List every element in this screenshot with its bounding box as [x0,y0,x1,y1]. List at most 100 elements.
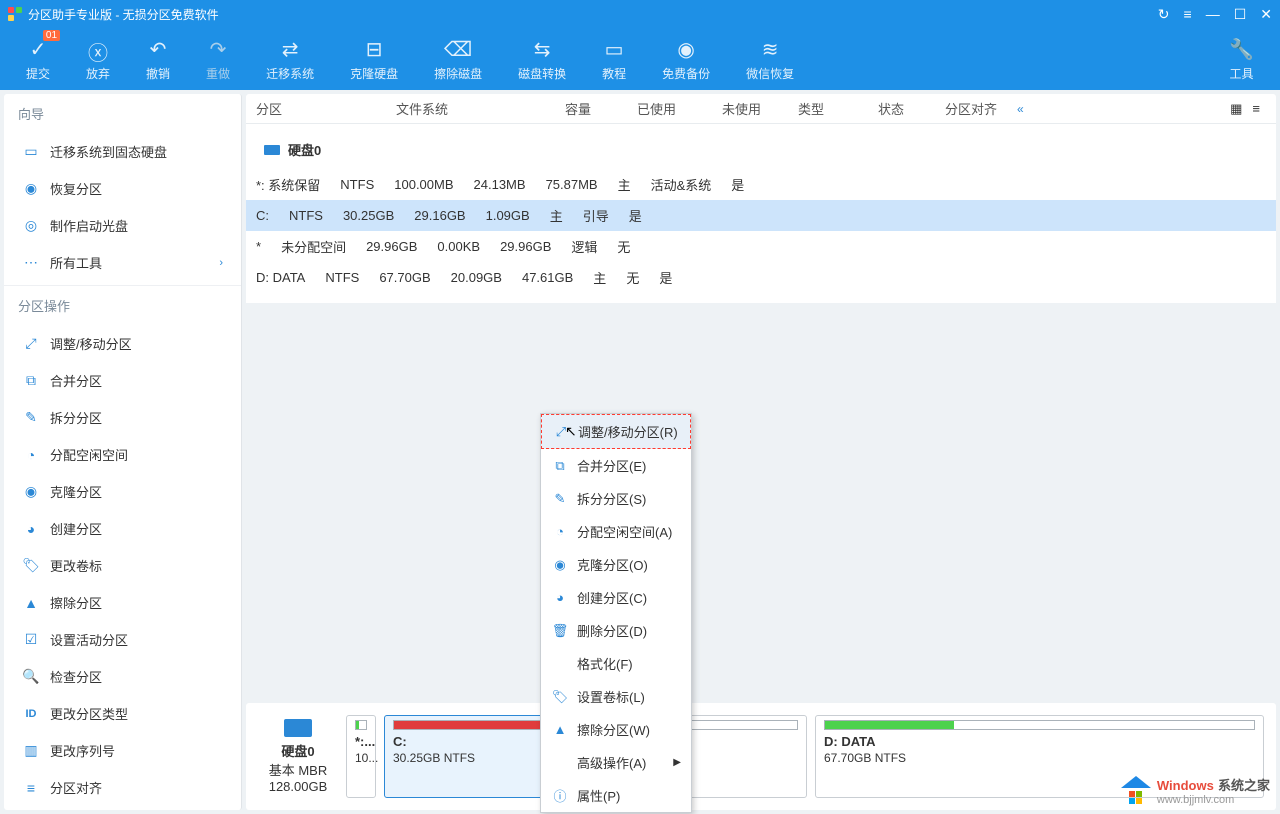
tools-button[interactable]: 🔧工具 [1211,28,1272,90]
window-title: 分区助手专业版 - 无损分区免费软件 [28,6,219,23]
disk-icon [284,719,312,737]
merge-icon: ⧉ [551,458,569,474]
wipe-icon: ▲ [551,722,569,737]
titlebar: 分区助手专业版 - 无损分区免费软件 ↻ ≡ — ☐ ✕ [0,0,1280,28]
sidebar-item-merge[interactable]: ⧉合并分区 [4,362,241,399]
info-icon: ⓘ [551,786,569,805]
app-logo-icon [8,7,22,21]
dots-icon: ⋯ [22,254,40,271]
search-icon: 🔍 [22,668,40,685]
create-icon: ◕ [551,590,569,605]
undo-button[interactable]: ↶撤销 [128,28,188,90]
sidebar-item-migrate-ssd[interactable]: ▭迁移系统到固态硬盘 [4,133,241,170]
ctx-delete[interactable]: 🗑删除分区(D) [541,614,691,647]
convert-disk-button[interactable]: ⇆磁盘转换 [500,28,584,90]
col-capacity[interactable]: 容量 [516,99,601,118]
menu-icon[interactable]: ≡ [1184,6,1192,23]
ctx-split[interactable]: ✎拆分分区(S) [541,482,691,515]
sidebar-item-split[interactable]: ✎拆分分区 [4,399,241,436]
migrate-button[interactable]: ⇄迁移系统 [248,28,332,90]
list-view-icon[interactable]: ≡ [1252,101,1260,117]
chevron-right-icon: › [219,257,223,269]
sidebar-item-create[interactable]: ◕创建分区 [4,510,241,547]
cursor-icon: ↖ [565,423,577,440]
tutorial-button[interactable]: ▭教程 [584,28,644,90]
disk-map-header[interactable]: 硬盘0 基本 MBR 128.00GB [258,715,338,798]
close-icon[interactable]: ✕ [1260,6,1272,23]
discard-button[interactable]: ⓧ放弃 [68,28,128,90]
watermark: Windows 系统之家www.bjjmlv.com [1121,775,1270,806]
table-row[interactable]: D: DATANTFS67.70GB20.09GB47.61GB主无是 [246,262,1276,293]
ctx-label[interactable]: 🏷设置卷标(L) [541,680,691,713]
context-menu: ⤢调整/移动分区(R) ⧉合并分区(E) ✎拆分分区(S) ◔分配空闲空间(A)… [540,413,692,813]
col-partition[interactable]: 分区 [246,99,386,118]
wipe-icon: ▲ [22,595,40,611]
sidebar-item-serial[interactable]: ▥更改序列号 [4,732,241,769]
disk-icon [264,145,280,155]
ctx-allocate[interactable]: ◔分配空闲空间(A) [541,515,691,548]
tag-icon: 🏷 [551,689,569,705]
sidebar-header-wizard: 向导 [4,94,241,133]
table-row[interactable]: *: 系统保留NTFS100.00MB24.13MB75.87MB主活动&系统是 [246,169,1276,200]
maximize-icon[interactable]: ☐ [1234,6,1247,23]
ctx-advanced[interactable]: 高级操作(A)▶ [541,746,691,779]
sidebar-header-ops: 分区操作 [4,285,241,325]
commit-button[interactable]: 01✓提交 [8,28,68,90]
sidebar-item-bootdisc[interactable]: ◎制作启动光盘 [4,207,241,244]
sidebar-item-allocate[interactable]: ◔分配空闲空间 [4,436,241,473]
create-icon: ◕ [22,521,40,537]
partition-table: 硬盘0 *: 系统保留NTFS100.00MB24.13MB75.87MB主活动… [246,124,1276,303]
minimize-icon[interactable]: — [1206,6,1220,23]
sidebar-item-check[interactable]: 🔍检查分区 [4,658,241,695]
wipe-disk-button[interactable]: ⌫擦除磁盘 [416,28,500,90]
disk-icon: ▭ [22,143,40,160]
table-row-selected[interactable]: C:NTFS30.25GB29.16GB1.09GB主引导是 [246,200,1276,231]
sidebar-item-align[interactable]: ≡分区对齐 [4,769,241,806]
table-row[interactable]: *未分配空间29.96GB0.00KB29.96GB逻辑无 [246,231,1276,262]
sidebar-item-active[interactable]: ☑设置活动分区 [4,621,241,658]
clone-icon: ◉ [551,557,569,573]
ctx-wipe[interactable]: ▲擦除分区(W) [541,713,691,746]
sidebar-item-clone[interactable]: ◉克隆分区 [4,473,241,510]
col-type[interactable]: 类型 [771,99,851,118]
sidebar-item-label[interactable]: 🏷更改卷标 [4,547,241,584]
collapse-icon[interactable]: « [1017,102,1024,116]
submenu-arrow-icon: ▶ [673,757,681,768]
toolbar: 01✓提交 ⓧ放弃 ↶撤销 ↷重做 ⇄迁移系统 ⊟克隆硬盘 ⌫擦除磁盘 ⇆磁盘转… [0,28,1280,90]
col-used[interactable]: 已使用 [601,99,686,118]
disc-icon: ◎ [22,217,40,234]
split-icon: ✎ [22,409,40,426]
align-icon: ≡ [22,780,40,796]
sidebar-item-props[interactable]: ⓘ属性 [4,806,241,810]
sidebar-item-alltools[interactable]: ⋯所有工具› [4,244,241,281]
tag-icon: 🏷 [22,557,40,574]
ctx-clone[interactable]: ◉克隆分区(O) [541,548,691,581]
refresh-icon[interactable]: ↻ [1158,6,1170,23]
clock-icon: ◔ [22,447,40,463]
ctx-create[interactable]: ◕创建分区(C) [541,581,691,614]
col-status[interactable]: 状态 [851,99,931,118]
ctx-merge[interactable]: ⧉合并分区(E) [541,449,691,482]
clock-icon: ◔ [551,524,569,539]
merge-icon: ⧉ [22,372,40,389]
ctx-props[interactable]: ⓘ属性(P) [541,779,691,812]
sidebar-item-changetype[interactable]: ID更改分区类型 [4,695,241,732]
sidebar-item-wipe[interactable]: ▲擦除分区 [4,584,241,621]
house-icon [1121,778,1151,804]
col-free[interactable]: 未使用 [686,99,771,118]
check-icon: ☑ [22,631,40,648]
map-partition-reserved[interactable]: *:...10... [346,715,376,798]
clone-disk-button[interactable]: ⊟克隆硬盘 [332,28,416,90]
disk-header[interactable]: 硬盘0 [246,130,1276,169]
col-align[interactable]: 分区对齐 [931,99,1011,118]
wechat-button[interactable]: ≋微信恢复 [728,28,812,90]
clone-icon: ◉ [22,483,40,500]
sidebar-item-recover[interactable]: ◉恢复分区 [4,170,241,207]
grid-view-icon[interactable]: ▦ [1230,101,1242,117]
backup-button[interactable]: ◉免费备份 [644,28,728,90]
ctx-resize[interactable]: ⤢调整/移动分区(R) [541,414,691,449]
globe-icon: ◉ [22,180,40,197]
col-fs[interactable]: 文件系统 [386,99,516,118]
redo-button[interactable]: ↷重做 [188,28,248,90]
sidebar-item-resize[interactable]: ⤢调整/移动分区 [4,325,241,362]
